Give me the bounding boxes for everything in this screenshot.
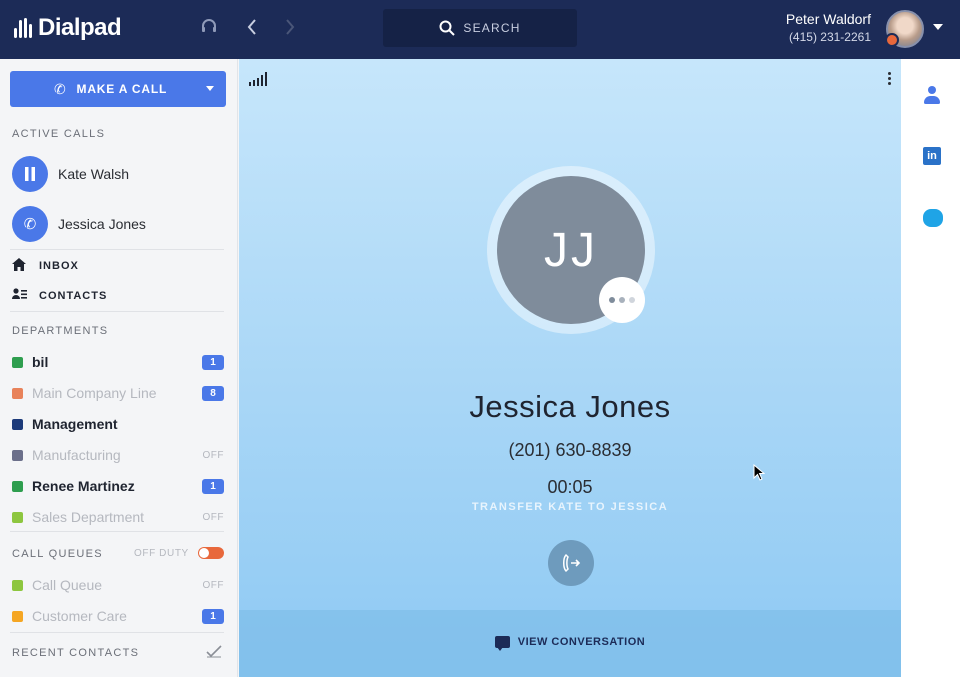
home-icon [12, 258, 28, 274]
callee-initials: JJ [544, 223, 598, 277]
call-panel: JJ Jessica Jones (201) 630-8839 00:05 TR… [239, 59, 901, 677]
unread-badge: 1 [202, 478, 224, 494]
make-a-call-label: MAKE A CALL [76, 82, 168, 96]
active-call-name: Jessica Jones [58, 216, 146, 232]
nav-item-contacts[interactable]: CONTACTS [12, 288, 107, 303]
make-a-call-dropdown-icon[interactable] [206, 86, 214, 91]
right-rail: in [901, 59, 960, 677]
sidebar: ✆ MAKE A CALL ACTIVE CALLS Kate Walsh ✆ … [0, 59, 238, 677]
active-calls-header: ACTIVE CALLS [12, 128, 106, 140]
headset-icon[interactable] [200, 18, 218, 41]
signal-strength-icon [249, 72, 267, 86]
make-a-call-button[interactable]: ✆ MAKE A CALL [10, 71, 226, 107]
department-item[interactable]: Sales Department OFF [12, 507, 224, 527]
department-name: Sales Department [32, 509, 145, 525]
search-icon [439, 20, 456, 36]
divider [10, 311, 224, 312]
recent-contacts-header: RECENT CONTACTS [12, 647, 140, 659]
chat-icon [494, 636, 510, 651]
department-color-swatch [12, 356, 23, 368]
department-item[interactable]: bil 1 [12, 352, 224, 372]
department-name: Management [32, 416, 118, 432]
department-color-swatch [12, 418, 23, 430]
transfer-call-button[interactable] [548, 540, 594, 586]
nav-item-inbox[interactable]: INBOX [12, 258, 79, 274]
contacts-icon [12, 288, 28, 303]
department-name: bil [32, 354, 49, 370]
queue-color-swatch [12, 610, 23, 622]
phone-icon: ✆ [54, 80, 67, 97]
departments-header: DEPARTMENTS [12, 325, 109, 337]
search-bar[interactable]: SEARCH [383, 9, 577, 47]
queue-name: Customer Care [32, 608, 127, 624]
checkmark-icon[interactable] [206, 645, 222, 661]
off-label: OFF [202, 579, 224, 591]
department-name: Manufacturing [32, 447, 121, 463]
unread-badge: 8 [202, 385, 224, 401]
user-info[interactable]: Peter Waldorf (415) 231-2261 [786, 11, 871, 44]
linkedin-glyph: in [927, 150, 937, 162]
department-item[interactable]: Renee Martinez 1 [12, 476, 224, 496]
department-color-swatch [12, 511, 23, 523]
logo-text: Dialpad [38, 14, 122, 41]
user-name: Peter Waldorf [785, 11, 871, 27]
department-color-swatch [12, 449, 23, 461]
view-conversation-label: VIEW CONVERSATION [517, 636, 646, 648]
divider [10, 632, 224, 633]
callee-phone: (201) 630-8839 [508, 440, 632, 460]
department-color-swatch [12, 387, 23, 399]
off-duty-toggle[interactable] [198, 547, 224, 559]
dialpad-logo-icon [14, 18, 32, 38]
phone-icon[interactable]: ✆ [12, 206, 48, 242]
active-call-item[interactable]: ✆ Jessica Jones [12, 206, 146, 242]
user-menu-caret-icon[interactable] [933, 24, 943, 30]
call-queues-header: CALL QUEUES [12, 548, 103, 560]
call-queue-item[interactable]: Customer Care 1 [12, 606, 224, 626]
divider [10, 249, 224, 250]
contact-profile-icon[interactable] [923, 86, 941, 104]
unread-badge: 1 [202, 354, 224, 370]
pause-icon[interactable] [12, 156, 48, 192]
department-color-swatch [12, 480, 23, 492]
mouse-cursor-icon [753, 464, 765, 481]
forward-arrow-icon[interactable] [284, 18, 296, 41]
search-label: SEARCH [463, 21, 521, 35]
view-conversation-button[interactable]: VIEW CONVERSATION [239, 636, 901, 651]
call-queue-item[interactable]: Call Queue OFF [12, 575, 224, 595]
nav-item-label: INBOX [39, 260, 79, 272]
queue-color-swatch [12, 579, 23, 591]
off-label: OFF [202, 449, 224, 461]
more-options-icon[interactable] [888, 72, 891, 85]
active-call-item[interactable]: Kate Walsh [12, 156, 129, 192]
typing-indicator-icon[interactable] [599, 277, 645, 323]
transfer-icon [563, 553, 581, 573]
divider [10, 531, 224, 532]
top-bar: Dialpad SEARCH Peter Waldorf (415) 231-2… [0, 0, 960, 59]
dialpad-logo[interactable]: Dialpad [14, 14, 122, 42]
department-item[interactable]: Management [12, 414, 224, 434]
active-call-name: Kate Walsh [58, 166, 130, 182]
back-arrow-icon[interactable] [246, 18, 258, 41]
off-label: OFF [202, 511, 224, 523]
department-item[interactable]: Main Company Line 8 [12, 383, 224, 403]
user-phone: (415) 231-2261 [788, 30, 871, 44]
linkedin-icon[interactable]: in [923, 147, 941, 165]
transfer-label[interactable]: TRANSFER KATE TO JESSICA [239, 501, 901, 513]
callee-name: Jessica Jones [469, 389, 671, 424]
nav-item-label: CONTACTS [39, 289, 108, 302]
call-timer: 00:05 [547, 477, 593, 497]
queue-name: Call Queue [32, 577, 103, 593]
unread-badge: 1 [202, 608, 224, 624]
department-name: Renee Martinez [32, 478, 135, 494]
department-name: Main Company Line [32, 385, 157, 401]
user-status-badge [885, 33, 899, 47]
salesforce-icon[interactable] [923, 209, 943, 227]
off-duty-label: OFF DUTY [134, 548, 189, 559]
department-item[interactable]: Manufacturing OFF [12, 445, 224, 465]
